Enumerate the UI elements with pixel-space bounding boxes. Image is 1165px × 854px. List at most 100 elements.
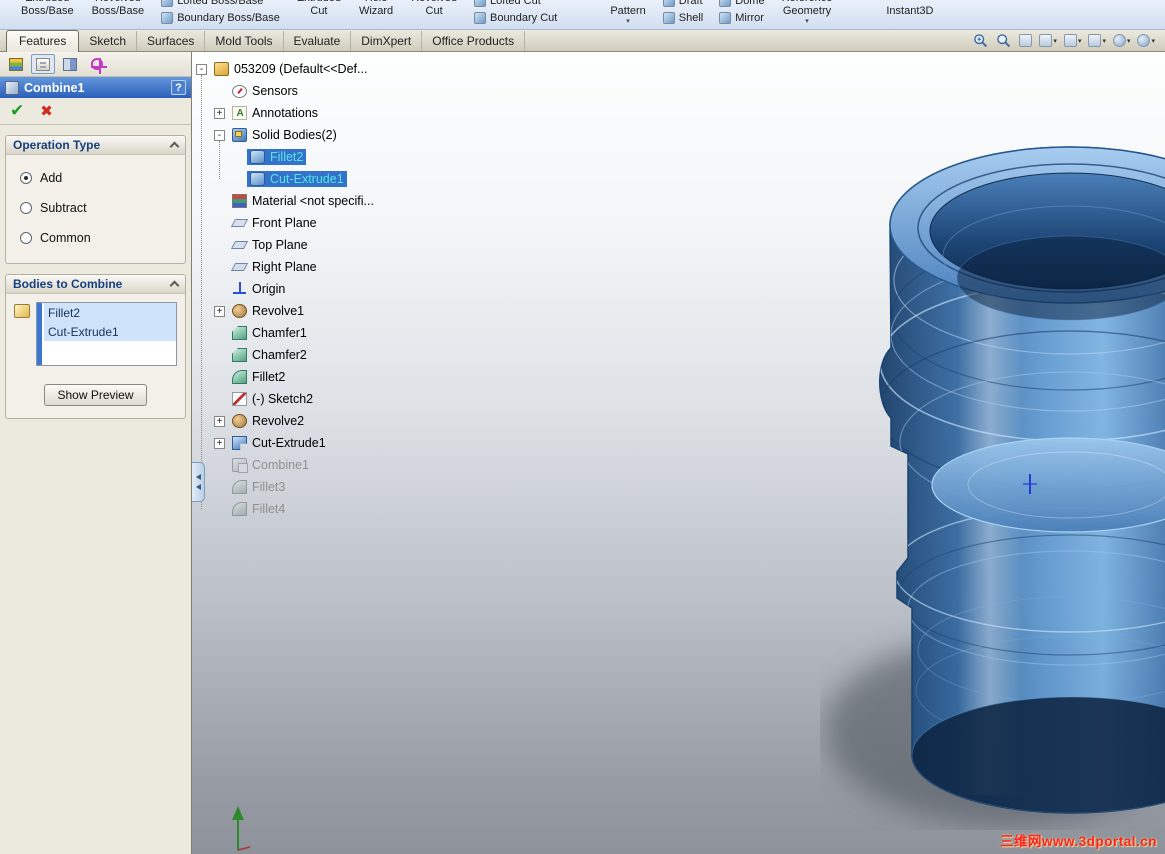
tab-mold-tools[interactable]: Mold Tools [205,31,284,51]
cancel-button[interactable]: ✖ [40,102,53,120]
tree-item-revolve2[interactable]: + Revolve2 [196,410,377,432]
zoom-window-icon[interactable] [973,33,989,49]
tree-item-fillet4[interactable]: Fillet4 [196,498,377,520]
tree-item-top-plane[interactable]: Top Plane [196,234,377,256]
tree-item-combine1[interactable]: Combine1 [196,454,377,476]
hide-show-items-icon[interactable]: ▾ [1088,34,1106,47]
tab-sketch[interactable]: Sketch [79,31,138,51]
collapse-icon[interactable]: - [214,129,225,141]
ribbon-button-mirror[interactable]: Dome Mirror [711,0,772,29]
view-orientation-icon[interactable]: ▾ [1039,34,1057,47]
ribbon-button-boss-base[interactable]: RevolvedBoss/Base [83,0,154,29]
panel-tab-dimxpertmanager[interactable] [85,54,109,74]
tree-item-revolve1[interactable]: + Revolve1 [196,300,377,322]
radio-icon [20,172,32,184]
tree-item-origin[interactable]: Origin [196,278,377,300]
tree-item-chamfer2[interactable]: Chamfer2 [196,344,377,366]
propertymanager-actions: ✔ ✖ [0,98,191,125]
ribbon-button-shell[interactable]: Draft Shell [655,0,711,29]
ribbon-button-instant3d[interactable]: Instant3D [877,0,942,29]
tab-features[interactable]: Features [6,30,80,52]
tree-item-053209-default-def[interactable]: - 053209 (Default<<Def... [196,58,377,80]
view-toolbar: ▾ ▾ ▾ ▾ ▾ [973,33,1159,49]
expand-icon[interactable]: + [214,305,225,317]
tree-item-front-plane[interactable]: Front Plane [196,212,377,234]
tree-item-cut-extrude1[interactable]: + Cut-Extrude1 [196,432,377,454]
tree-item-content: Cut-Extrude1 [229,435,329,451]
ribbon-button-wizard[interactable]: HoleWizard [350,0,402,29]
operation-type-header[interactable]: Operation Type [6,136,185,155]
expand-icon[interactable]: + [214,415,225,427]
listbox-item[interactable]: Cut-Extrude1 [44,322,176,341]
tree-item-fillet3[interactable]: Fillet3 [196,476,377,498]
radio-icon [20,232,32,244]
tree-item-content: Chamfer2 [229,347,310,363]
3d-model[interactable] [820,130,1165,830]
ribbon-button-cut[interactable]: RevolvedCut [402,0,466,29]
radio-common[interactable]: Common [14,223,177,253]
ribbon-button-boss-base[interactable]: ExtrudedBoss/Base [12,0,83,29]
tree-item-right-plane[interactable]: Right Plane [196,256,377,278]
plane-icon [232,216,247,230]
ribbon-button-boundary-cut[interactable]: Lofted Cut Boundary Cut [466,0,565,29]
plane-icon [232,260,247,274]
ribbon-stack-row: Dome [719,0,765,7]
ribbon-button-cut[interactable]: ExtrudedCut [288,0,350,29]
panel-tab-configurationmanager[interactable] [58,54,82,74]
expand-icon[interactable]: + [214,107,225,119]
tree-item-fillet2[interactable]: Fillet2 [196,366,377,388]
panel-splitter-handle[interactable] [192,462,205,502]
command-tabs: Features Sketch Surfaces Mold Tools Evaluate… [6,30,526,52]
tree-item-material-not-specifi[interactable]: Material <not specifi... [196,190,377,212]
ribbon-stack-row: Shell [662,11,703,24]
panel-tab-featuremanager[interactable] [4,54,28,74]
section-view-icon-glyph [1019,34,1033,47]
ribbon-button-boundary-boss-base[interactable]: Lofted Boss/Base Boundary Boss/Base [153,0,288,29]
tree-item-cut-extrude1[interactable]: Cut-Extrude1 [196,168,377,190]
tree-item-solid-bodies-2[interactable]: - Solid Bodies(2) [196,124,377,146]
apply-scene-icon[interactable]: ▾ [1137,34,1155,47]
section-view-icon[interactable] [1019,34,1033,47]
tree-item-label: Solid Bodies(2) [252,128,337,142]
ribbon-item-icon [719,0,732,7]
ribbon-label: Boundary Boss/Base [177,11,280,24]
help-button[interactable]: ? [171,80,186,95]
ok-button[interactable]: ✔ [10,101,24,121]
tree-item-chamfer1[interactable]: Chamfer1 [196,322,377,344]
tree-item-sensors[interactable]: Sensors [196,80,377,102]
expand-icon[interactable]: + [214,437,225,449]
collapse-icon[interactable]: - [196,63,207,75]
graphics-area[interactable]: - 053209 (Default<<Def... Sensors + Annotati… [192,52,1165,854]
origin-triad[interactable] [228,804,268,852]
tab-dimxpert[interactable]: DimXpert [351,31,423,51]
radio-add[interactable]: Add [14,163,177,193]
tree-item-fillet2[interactable]: Fillet2 [196,146,377,168]
show-preview-button[interactable]: Show Preview [44,384,147,406]
edit-appearance-icon[interactable]: ▾ [1112,34,1131,47]
feature-tree: - 053209 (Default<<Def... Sensors + Annotati… [196,58,377,520]
display-style-icon[interactable]: ▾ [1063,34,1081,47]
dropdown-caret-icon: ▾ [1126,37,1131,45]
featuremanager-tab-icon [9,57,23,71]
listbox-item[interactable]: Fillet2 [44,303,176,322]
tree-item-sketch2[interactable]: (-) Sketch2 [196,388,377,410]
ribbon-label: Instant3D [886,5,934,17]
tab-office-products[interactable]: Office Products [422,31,526,51]
group-title: Bodies to Combine [13,277,123,291]
ribbon-label: Boundary Cut [490,11,558,24]
ribbon-stack-row: Boundary Boss/Base [161,11,280,24]
ribbon-button-pattern[interactable]: Pattern ▾ [601,0,654,29]
ribbon-stack-row: Lofted Boss/Base [161,0,280,7]
ribbon-stack-row: Mirror [719,11,764,24]
ribbon-button-geometry[interactable]: ReferenceGeometry▾ [773,0,842,29]
bodies-listbox[interactable]: Fillet2 Cut-Extrude1 [36,302,177,366]
tree-item-annotations[interactable]: + Annotations [196,102,377,124]
tree-item-content: Cut-Extrude1 [247,171,347,187]
panel-tab-propertymanager[interactable] [31,54,55,74]
tab-evaluate[interactable]: Evaluate [284,31,352,51]
zoom-fit-icon[interactable] [996,33,1012,49]
tab-surfaces[interactable]: Surfaces [137,31,206,51]
bodies-group-header[interactable]: Bodies to Combine [6,275,185,294]
radio-subtract[interactable]: Subtract [14,193,177,223]
tree-item-label: Combine1 [252,458,309,472]
